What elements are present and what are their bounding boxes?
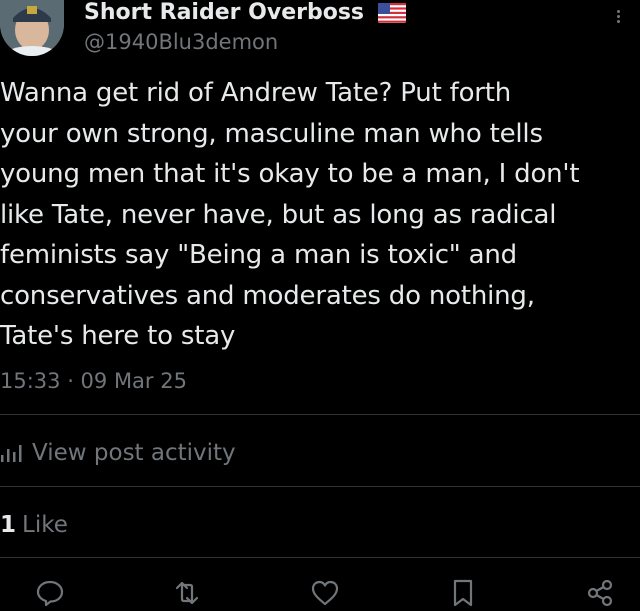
avatar[interactable] [0,0,64,56]
bookmark-icon[interactable] [448,578,478,608]
likes-count-link[interactable]: 1 Like [0,510,68,540]
divider [0,486,640,487]
divider [0,414,640,415]
more-options-icon[interactable] [617,8,625,28]
view-post-activity-label: View post activity [32,440,236,466]
author-display-name[interactable]: Short Raider Overboss [84,0,364,25]
reply-icon[interactable] [35,578,65,608]
author-display-name-row[interactable]: Short Raider Overboss [84,0,406,26]
action-bar [0,574,640,611]
post-text: Wanna get rid of Andrew Tate? Put forth … [0,78,580,351]
share-icon[interactable] [585,578,615,608]
avatar-image [0,0,64,56]
bar-chart-icon [1,445,22,462]
likes-label: Like [22,512,68,538]
likes-count: 1 [0,512,17,538]
post-timestamp[interactable]: 15:33 · 09 Mar 25 [0,367,187,395]
author-handle[interactable]: @1940Blu3demon [84,29,278,55]
heart-icon[interactable] [310,578,340,608]
repost-icon[interactable] [172,578,202,608]
view-post-activity-button[interactable]: View post activity [0,438,236,468]
divider [0,557,640,558]
us-flag-icon [377,3,406,23]
